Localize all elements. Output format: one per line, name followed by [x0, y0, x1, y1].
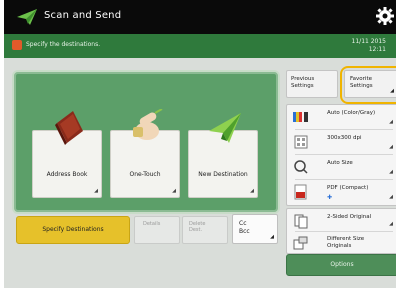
address-book-label: Address Book	[46, 171, 88, 178]
resolution-label: 300x300 dpi	[327, 135, 362, 141]
title-bar: Scan and Send	[4, 0, 396, 34]
address-book-icon	[55, 111, 83, 145]
two-sided-setting[interactable]: 2-Sided Original ◢	[287, 209, 396, 231]
new-destination-button[interactable]: New Destination ◢	[188, 113, 258, 198]
expand-icon: ◢	[270, 234, 274, 240]
paper-plane-icon	[17, 9, 37, 25]
destination-panel: Address Book ◢ One-Touch ◢ New Destinati…	[12, 70, 280, 214]
different-size-setting[interactable]: Different Size Originals	[287, 231, 396, 253]
status-message: Specify the destinations.	[26, 41, 101, 48]
cc-bcc-label: Cc Bcc	[239, 220, 250, 235]
expand-icon: ◢	[389, 169, 393, 175]
pointing-hand-icon	[133, 109, 163, 140]
color-setting-label: Auto (Color/Gray)	[327, 110, 376, 116]
expand-icon: ◢	[172, 188, 176, 194]
cc-bcc-button[interactable]: Cc Bcc ◢	[232, 214, 278, 244]
resolution-icon	[294, 135, 308, 149]
color-mode-icon	[293, 112, 308, 122]
details-button[interactable]: Details	[134, 216, 180, 244]
details-label: Details	[143, 221, 161, 227]
expand-icon: ◢	[389, 194, 393, 200]
two-sided-label: 2-Sided Original	[327, 214, 372, 220]
different-size-label: Different Size Originals	[327, 236, 365, 249]
previous-settings-button[interactable]: Previous Settings	[286, 70, 338, 98]
date-time: 11/11 2015 12:11	[352, 38, 386, 54]
settings-panel: Previous Settings Favorite Settings ◢ Au…	[286, 64, 396, 276]
one-touch-label: One-Touch	[129, 171, 161, 178]
status-date: 11/11 2015	[351, 38, 386, 45]
size-setting[interactable]: Auto Size ◢	[287, 155, 396, 179]
expand-icon: ◢	[250, 188, 254, 194]
original-settings-box: 2-Sided Original ◢ Different Size Origin…	[286, 208, 396, 254]
one-touch-button[interactable]: One-Touch ◢	[110, 109, 180, 198]
expand-icon: ◢	[94, 188, 98, 194]
delete-dest-button[interactable]: Delete Dest.	[182, 216, 228, 244]
scan-settings-box: Auto (Color/Gray) ◢ 300x300 dpi ◢ Auto S…	[286, 104, 396, 206]
status-time: 12:11	[368, 46, 386, 53]
delete-dest-label: Delete Dest.	[189, 221, 206, 233]
paper-airplane-icon	[209, 113, 241, 143]
color-setting[interactable]: Auto (Color/Gray) ◢	[287, 105, 396, 129]
screen: Scan and Send Specify the destinations. …	[4, 0, 396, 288]
expand-icon: ◢	[389, 144, 393, 150]
previous-settings-label: Previous Settings	[291, 76, 315, 89]
warning-icon	[12, 40, 22, 50]
scan-size-icon	[294, 160, 308, 174]
address-book-button[interactable]: Address Book ◢	[32, 111, 102, 198]
new-destination-label: New Destination	[198, 171, 248, 178]
resolution-setting[interactable]: 300x300 dpi ◢	[287, 130, 396, 154]
format-label: PDF (Compact)	[327, 185, 369, 191]
status-bar: Specify the destinations. 11/11 2015 12:…	[4, 34, 396, 58]
favorite-highlight	[340, 66, 396, 104]
different-size-icon	[293, 236, 308, 250]
specify-destinations-button[interactable]: Specify Destinations	[16, 216, 130, 244]
app-title: Scan and Send	[44, 10, 122, 21]
two-sided-icon	[294, 214, 308, 229]
pdf-icon	[294, 184, 307, 200]
expand-icon: ◢	[389, 221, 393, 227]
size-label: Auto Size	[327, 160, 353, 166]
plus-icon: ✚	[327, 194, 333, 201]
expand-icon: ◢	[389, 119, 393, 125]
options-button[interactable]: Options	[286, 254, 396, 276]
format-setting[interactable]: PDF (Compact) ✚ ◢	[287, 180, 396, 204]
gear-icon[interactable]	[376, 7, 394, 25]
